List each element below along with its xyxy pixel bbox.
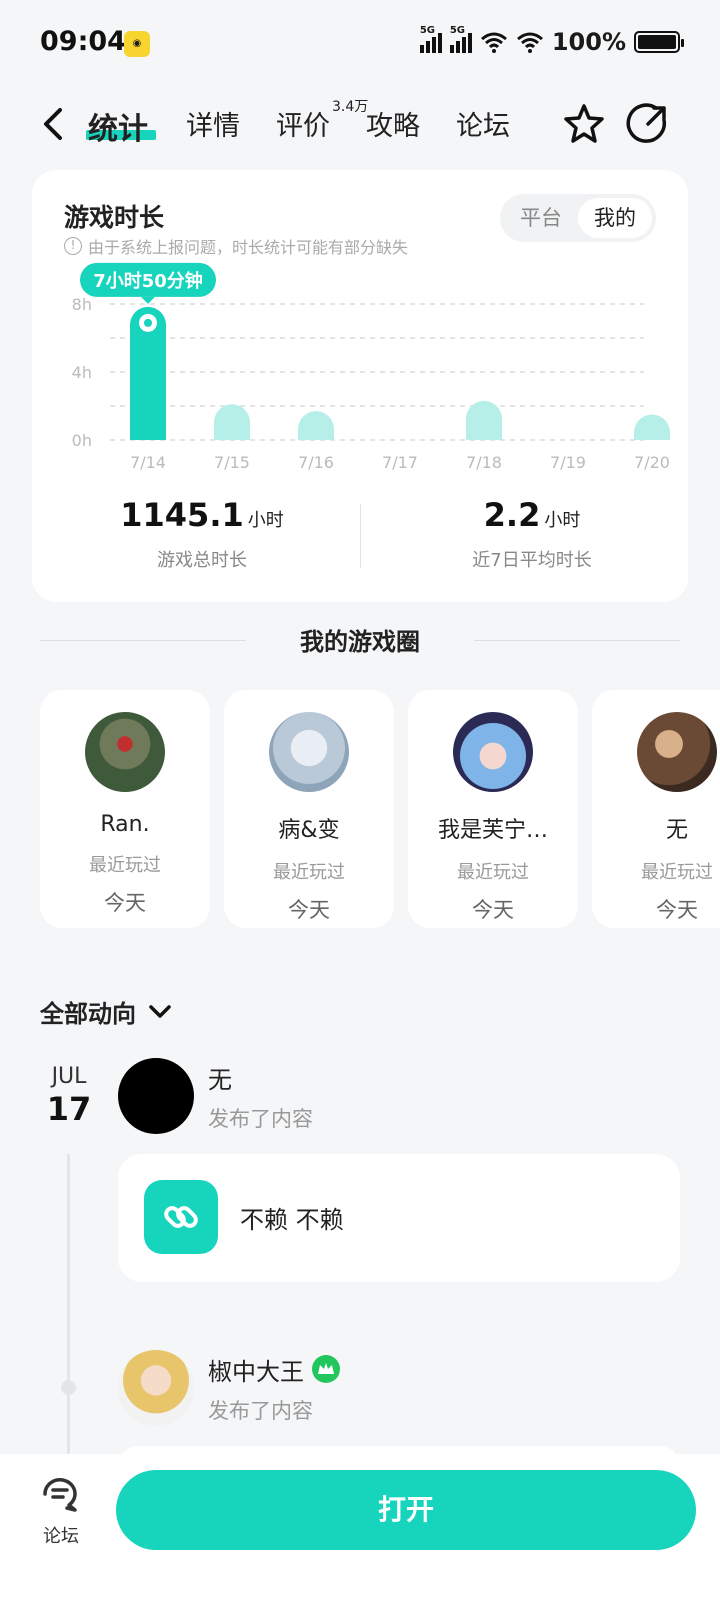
chart-x-tick: 7/17 [382, 453, 418, 470]
friend-last-played: 今天 [288, 898, 330, 922]
status-indicators: 5G 5G 100% [419, 25, 684, 56]
chart-x-tick: 7/20 [634, 453, 670, 470]
total-playtime-label: 游戏总时长 [157, 550, 247, 571]
battery-icon [634, 31, 684, 53]
friends-list: Ran. 最近玩过 今天 病&变 最近玩过 今天 我是芙宁… 最近玩过 今天 无… [40, 690, 720, 930]
avg-playtime-label: 近7日平均时长 [472, 550, 592, 571]
friend-last-played: 今天 [472, 898, 514, 922]
avg-playtime-stat: 2.2 小时 近7日平均时长 [412, 496, 652, 572]
chart-x-tick: 7/14 [130, 453, 166, 470]
chart-bar [214, 404, 250, 440]
friend-card[interactable]: 无 最近玩过 今天 [592, 690, 720, 928]
post-card[interactable]: 不赖 不赖 [118, 1154, 680, 1282]
friend-name: 病&变 [278, 818, 340, 843]
date-day: 17 [46, 1090, 92, 1128]
avatar [118, 1350, 194, 1426]
post-text: 不赖 不赖 [240, 1206, 344, 1234]
chart-tooltip-pointer [141, 296, 155, 304]
section-divider-right [474, 640, 680, 641]
forum-button[interactable]: 论坛 [30, 1474, 92, 1548]
friend-status: 最近玩过 [457, 862, 529, 883]
activity-filter-label: 全部动向 [40, 1000, 136, 1028]
link-icon [144, 1180, 218, 1254]
chat-bubble-icon [43, 1478, 77, 1512]
status-bar: 09:04 ◉ 5G 5G 100% [0, 0, 720, 88]
friend-name: Ran. [100, 812, 150, 837]
bottom-bar: 论坛 打开 [0, 1454, 720, 1600]
tab-stats[interactable]: 统计 [88, 104, 148, 148]
friend-name: 无 [665, 818, 688, 843]
post-header[interactable]: 无 发布了内容 [118, 1058, 313, 1134]
friend-last-played: 今天 [656, 898, 698, 922]
signal-icon: 5G [419, 25, 442, 53]
status-time: 09:04 [40, 26, 126, 57]
review-count-badge: 3.4万 [332, 99, 369, 115]
chart-y-tick: 4h [72, 363, 92, 382]
post-author-row: 椒中大王 [208, 1352, 340, 1387]
avg-playtime-unit: 小时 [544, 510, 581, 531]
tab-reviews[interactable]: 评价 [276, 104, 330, 143]
friend-card[interactable]: 我是芙宁… 最近玩过 今天 [408, 690, 578, 928]
friend-status: 最近玩过 [641, 862, 713, 883]
timeline-line [67, 1154, 70, 1454]
chart-tooltip-text: 7小时50分钟 [93, 270, 203, 292]
playtime-chart: 8h 4h 0h 7小时50分钟 7/14 7/15 7/16 7/17 7/18 7/19 7/2… [72, 262, 670, 470]
chart-x-tick: 7/18 [466, 453, 502, 470]
playtime-card: 游戏时长 ! 由于系统上报问题，时长统计可能有部分缺失 平台 我的 8h 4h 0h… [32, 170, 688, 602]
avatar [118, 1058, 194, 1134]
back-arrow-icon [44, 108, 62, 140]
share-icon[interactable] [626, 102, 670, 146]
tab-guides[interactable]: 攻略 [366, 104, 420, 143]
avatar [453, 712, 533, 792]
avg-playtime-value: 2.2 [483, 496, 541, 534]
chart-bar [634, 414, 670, 440]
chevron-down-icon [149, 1004, 171, 1018]
crown-badge-icon [312, 1355, 340, 1383]
avatar [269, 712, 349, 792]
chart-x-tick: 7/19 [550, 453, 586, 470]
chart-bar [466, 400, 502, 440]
star-icon[interactable] [562, 102, 606, 146]
stat-divider [360, 504, 361, 568]
post-header[interactable]: 椒中大王 发布了内容 [118, 1350, 340, 1426]
friend-card[interactable]: Ran. 最近玩过 今天 [40, 690, 210, 928]
friend-name: 我是芙宁… [437, 818, 548, 843]
post-author: 椒中大王 [208, 1357, 304, 1386]
tab-details[interactable]: 详情 [186, 104, 240, 143]
back-button[interactable] [38, 104, 68, 144]
timeline-dot [61, 1380, 76, 1395]
friend-status: 最近玩过 [89, 855, 161, 876]
chart-y-tick: 8h [72, 295, 92, 314]
chart-y-tick: 0h [72, 431, 92, 450]
tab-forum[interactable]: 论坛 [456, 104, 510, 143]
date-month: JUL [51, 1064, 87, 1089]
chart-bar [298, 411, 334, 440]
chart-x-tick: 7/15 [214, 453, 250, 470]
friend-status: 最近玩过 [273, 862, 345, 883]
link-chain-icon [164, 1206, 198, 1228]
battery-percent: 100% [551, 28, 626, 56]
total-playtime-stat: 1145.1 小时 游戏总时长 [82, 496, 322, 572]
open-game-button[interactable]: 打开 [116, 1470, 696, 1550]
post-action: 发布了内容 [208, 1398, 313, 1423]
signal-icon: 5G [449, 25, 472, 53]
avatar [637, 712, 717, 792]
post-author: 无 [208, 1065, 232, 1094]
friend-card[interactable]: 病&变 最近玩过 今天 [224, 690, 394, 928]
wifi-icon [516, 32, 543, 53]
total-playtime-value: 1145.1 [120, 496, 244, 534]
chart-bar-marker-dot [144, 318, 152, 327]
activity-filter[interactable]: 全部动向 [40, 994, 172, 1029]
chart-x-tick: 7/16 [298, 453, 334, 470]
wifi-icon [480, 32, 507, 53]
post-action: 发布了内容 [208, 1106, 313, 1131]
total-playtime-unit: 小时 [247, 510, 284, 531]
friend-last-played: 今天 [104, 891, 146, 915]
forum-label: 论坛 [43, 1526, 79, 1547]
game-app-icon: ◉ [124, 31, 150, 57]
avatar [85, 712, 165, 792]
